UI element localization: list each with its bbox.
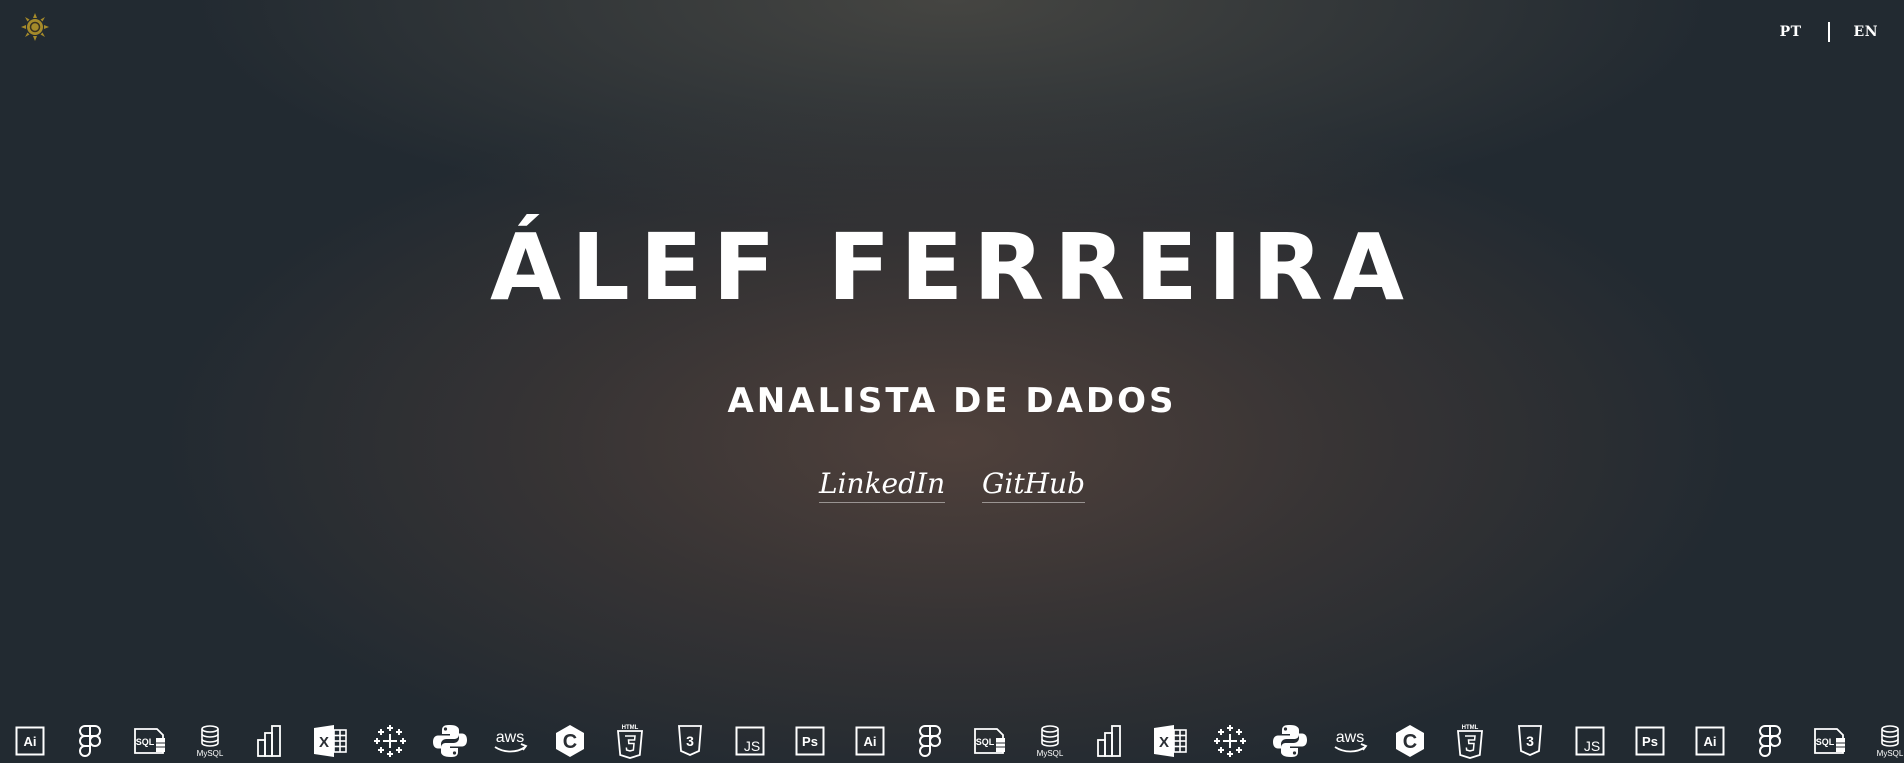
svg-text:Ai: Ai — [24, 734, 37, 749]
github-link[interactable]: GitHub — [982, 467, 1085, 503]
language-switcher: PT EN — [1780, 22, 1878, 42]
figma-icon — [900, 721, 960, 761]
mysql-icon: MySQL — [1860, 721, 1904, 761]
css3-icon: 3 — [1500, 721, 1560, 761]
language-en-link[interactable]: EN — [1854, 24, 1878, 40]
html5-icon: HTML — [600, 721, 660, 761]
aws-icon: aws — [1320, 721, 1380, 761]
figma-icon — [1740, 721, 1800, 761]
c-icon: C — [1380, 721, 1440, 761]
svg-text:MySQL: MySQL — [1877, 749, 1904, 758]
photoshop-icon: Ps — [780, 721, 840, 761]
linkedin-link[interactable]: LinkedIn — [819, 467, 946, 503]
hero-role: ANALISTA DE DADOS — [727, 381, 1177, 421]
sun-icon — [20, 12, 50, 46]
svg-text:X: X — [319, 734, 329, 751]
tech-stack-strip: Ai SQL MySQL Xaws C HTML 3 JS Ps Ai SQL MySQL Xaws C H… — [0, 719, 1904, 763]
mysql-icon: MySQL — [1020, 721, 1080, 761]
svg-text:MySQL: MySQL — [1037, 749, 1064, 758]
theme-toggle-button[interactable] — [20, 12, 50, 46]
svg-text:JS: JS — [744, 738, 760, 754]
svg-text:JS: JS — [1584, 738, 1600, 754]
svg-text:HTML: HTML — [1462, 725, 1479, 731]
sql-server-icon: SQL — [120, 721, 180, 761]
svg-text:C: C — [563, 731, 577, 753]
hero-name: ÁLEF FERREIRA — [489, 214, 1415, 321]
svg-text:Ai: Ai — [1704, 734, 1717, 749]
tableau-icon — [360, 721, 420, 761]
language-divider — [1827, 22, 1830, 42]
svg-text:MySQL: MySQL — [197, 749, 224, 758]
svg-text:Ps: Ps — [802, 734, 818, 749]
svg-text:X: X — [1159, 734, 1169, 751]
social-links: LinkedIn GitHub — [0, 467, 1904, 503]
python-icon — [420, 721, 480, 761]
illustrator-icon: Ai — [0, 721, 60, 761]
excel-icon: X — [1140, 721, 1200, 761]
svg-text:3: 3 — [1526, 733, 1534, 749]
html5-icon: HTML — [1440, 721, 1500, 761]
svg-text:SQL: SQL — [1816, 737, 1835, 747]
language-pt-link[interactable]: PT — [1780, 24, 1802, 40]
svg-text:3: 3 — [686, 733, 694, 749]
power-bi-icon — [240, 721, 300, 761]
c-icon: C — [540, 721, 600, 761]
photoshop-icon: Ps — [1620, 721, 1680, 761]
css3-icon: 3 — [660, 721, 720, 761]
javascript-icon: JS — [720, 721, 780, 761]
svg-text:HTML: HTML — [622, 725, 639, 731]
svg-text:aws: aws — [1336, 729, 1364, 746]
svg-text:C: C — [1403, 731, 1417, 753]
svg-text:SQL: SQL — [136, 737, 155, 747]
power-bi-icon — [1080, 721, 1140, 761]
svg-text:SQL: SQL — [976, 737, 995, 747]
svg-text:Ai: Ai — [864, 734, 877, 749]
aws-icon: aws — [480, 721, 540, 761]
sql-server-icon: SQL — [1800, 721, 1860, 761]
excel-icon: X — [300, 721, 360, 761]
illustrator-icon: Ai — [840, 721, 900, 761]
svg-text:Ps: Ps — [1642, 734, 1658, 749]
javascript-icon: JS — [1560, 721, 1620, 761]
mysql-icon: MySQL — [180, 721, 240, 761]
sql-server-icon: SQL — [960, 721, 1020, 761]
tableau-icon — [1200, 721, 1260, 761]
figma-icon — [60, 721, 120, 761]
svg-text:aws: aws — [496, 729, 524, 746]
illustrator-icon: Ai — [1680, 721, 1740, 761]
python-icon — [1260, 721, 1320, 761]
